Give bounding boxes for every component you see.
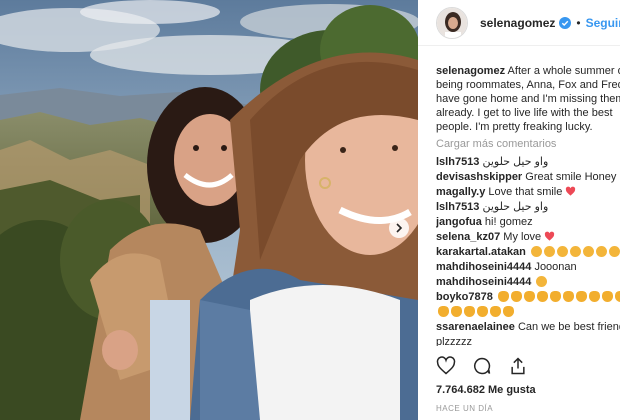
- comment-row: boyko7878: [436, 290, 620, 304]
- heart-eyes-emoji-icon: [556, 246, 568, 257]
- like-count[interactable]: 7.764.682 Me gusta: [436, 384, 536, 396]
- post-timestamp: HACE UN DÍA: [436, 404, 494, 413]
- cat-emoji-icon: [562, 291, 574, 302]
- caption-line: already. I get to live life with the bes…: [436, 107, 613, 119]
- heart-eyes-emoji-icon: [608, 246, 620, 257]
- post-photo[interactable]: [0, 0, 418, 420]
- face-emoji-icon: [536, 276, 548, 287]
- post-sidebar: selenagomez • Seguir selenagomez After a…: [418, 0, 620, 420]
- share-icon[interactable]: [508, 356, 528, 376]
- comment-text: My love: [503, 231, 542, 243]
- cat-emoji-icon: [523, 291, 535, 302]
- heart-eyes-emoji-icon: [595, 246, 607, 257]
- load-more-comments-link[interactable]: Cargar más comentarios: [436, 137, 620, 151]
- comment-username[interactable]: ssarenaelainee: [436, 321, 515, 333]
- comment-row: lslh7513 واو حيل حلوين: [436, 200, 620, 214]
- post-caption: selenagomez After a whole summer o being…: [436, 64, 620, 134]
- heart-eyes-emoji-icon: [569, 246, 581, 257]
- comment-username[interactable]: lslh7513: [436, 201, 479, 213]
- comment-username[interactable]: devisashskipper: [436, 171, 522, 183]
- comment-text: plzzzzz: [436, 336, 473, 346]
- cat-emoji-icon: [490, 306, 501, 317]
- heart-eyes-emoji-icon: [582, 246, 594, 257]
- comment-text: واو حيل حلوين: [482, 201, 549, 213]
- caption-username[interactable]: selenagomez: [436, 65, 505, 77]
- comment-username[interactable]: lslh7513: [436, 156, 479, 168]
- comment-text: Love that smile: [488, 186, 563, 198]
- post-actions: [436, 356, 528, 376]
- comment-text: Great smile Honey: [525, 171, 617, 183]
- cat-emoji-icon: [510, 291, 522, 302]
- comment-row: jangofua hi! gomez: [436, 215, 620, 229]
- comment-text: Can we be best friends: [517, 321, 620, 333]
- comment-text: واو حيل حلوين: [482, 156, 549, 168]
- post-username[interactable]: selenagomez: [480, 16, 555, 30]
- comment-username[interactable]: mahdihoseini4444: [436, 276, 531, 288]
- comment-row: [436, 305, 620, 319]
- comment-username[interactable]: selena_kz07: [436, 231, 500, 243]
- photo-illustration: [0, 0, 418, 420]
- avatar[interactable]: [436, 6, 468, 39]
- follow-button[interactable]: Seguir: [586, 16, 620, 30]
- post-header: selenagomez • Seguir: [418, 0, 620, 46]
- chevron-right-icon: [396, 223, 403, 233]
- cat-emoji-icon: [438, 306, 449, 317]
- heart-eyes-emoji-icon: [530, 246, 542, 257]
- cat-emoji-icon: [588, 291, 600, 302]
- comment-row: selena_kz07 My love: [436, 230, 620, 244]
- comment-username[interactable]: boyko7878: [436, 291, 493, 303]
- cat-emoji-icon: [497, 291, 509, 302]
- comment-rows: lslh7513 واو حيل حلوين devisashskipper Gr…: [436, 155, 620, 346]
- comment-bubble-icon[interactable]: [472, 356, 492, 376]
- heart-outline-icon[interactable]: [436, 356, 456, 376]
- comment-username[interactable]: karakartal.atakan: [436, 246, 526, 258]
- heart-eyes-emoji-icon: [543, 246, 555, 257]
- cat-emoji-icon: [549, 291, 561, 302]
- caption-line: After a whole summer o: [507, 65, 620, 77]
- red-heart-icon: [545, 231, 555, 241]
- comment-row: plzzzzz: [436, 335, 620, 346]
- caption-line: people. I'm pretty freaking lucky.: [436, 121, 593, 133]
- comment-row: lslh7513 واو حيل حلوين: [436, 155, 620, 169]
- cat-emoji-icon: [536, 291, 548, 302]
- comment-row: mahdihoseini4444: [436, 275, 620, 289]
- comment-username[interactable]: mahdihoseini4444: [436, 261, 531, 273]
- red-heart-icon: [566, 186, 576, 196]
- comment-row: mahdihoseini4444 Jooonan: [436, 260, 620, 274]
- comment-row: ssarenaelainee Can we be best friends: [436, 320, 620, 334]
- cat-emoji-icon: [601, 291, 613, 302]
- cat-emoji-icon: [477, 306, 488, 317]
- cat-emoji-icon: [575, 291, 587, 302]
- separator-dot: •: [576, 15, 581, 30]
- cat-emoji-icon: [464, 306, 475, 317]
- verified-badge-icon: [559, 16, 572, 29]
- comment-row: devisashskipper Great smile Honey: [436, 170, 620, 184]
- cat-emoji-icon: [451, 306, 462, 317]
- comment-username[interactable]: magally.y: [436, 186, 485, 198]
- comment-row: karakartal.atakan: [436, 245, 620, 259]
- avatar-image: [437, 7, 467, 38]
- comment-text: hi! gomez: [484, 216, 533, 228]
- caption-line: have gone home and I'm missing them: [436, 93, 620, 105]
- comment-username[interactable]: jangofua: [436, 216, 482, 228]
- caption-line: being roommates, Anna, Fox and Fred: [436, 79, 620, 91]
- comment-text: Jooonan: [534, 261, 577, 273]
- carousel-next-button[interactable]: [389, 218, 409, 238]
- comments-list[interactable]: selenagomez After a whole summer o being…: [436, 64, 620, 346]
- comment-row: magally.y Love that smile: [436, 185, 620, 199]
- cat-emoji-icon: [503, 306, 514, 317]
- cat-emoji-icon: [614, 291, 620, 302]
